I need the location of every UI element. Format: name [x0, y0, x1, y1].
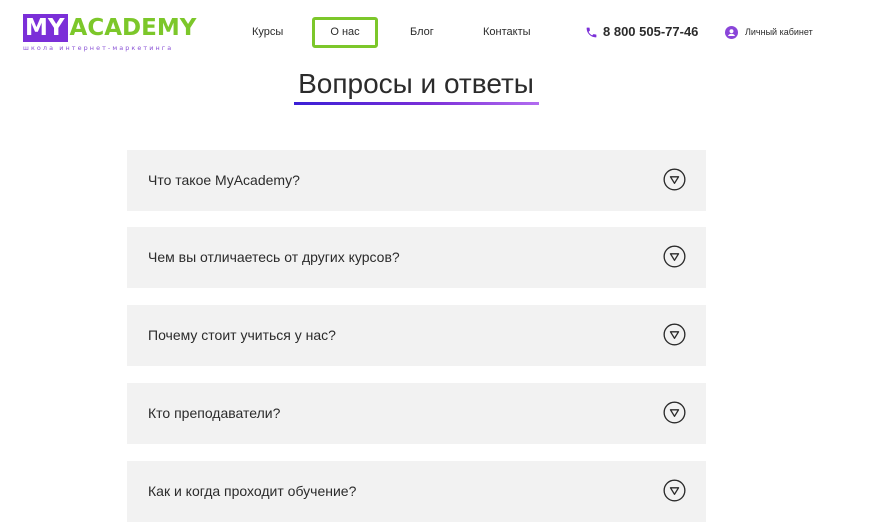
faq-item[interactable]: Как и когда проходит обучение?: [127, 461, 706, 522]
nav-courses[interactable]: Курсы: [252, 22, 283, 42]
faq-question: Кто преподаватели?: [148, 405, 281, 421]
faq-item[interactable]: Что такое MyAcademy?: [127, 150, 706, 211]
title-underline: [294, 102, 539, 105]
phone-contact[interactable]: 8 800 505-77-46: [585, 22, 698, 42]
page: MY ACADEMY школа интернет-маркетинга Кур…: [0, 0, 872, 529]
faq-item[interactable]: Почему стоит учиться у нас?: [127, 305, 706, 366]
faq-question: Что такое MyAcademy?: [148, 172, 300, 188]
account-link[interactable]: Личный кабинет: [725, 22, 813, 42]
logo-academy: ACADEMY: [69, 15, 197, 41]
chevron-down-circle-icon[interactable]: [663, 168, 686, 191]
logo-my: MY: [23, 14, 68, 42]
faq-item[interactable]: Чем вы отличаетесь от других курсов?: [127, 227, 706, 288]
phone-number: 8 800 505-77-46: [603, 24, 699, 39]
chevron-down-circle-icon[interactable]: [663, 323, 686, 346]
faq-question: Как и когда проходит обучение?: [148, 483, 357, 499]
phone-icon: [586, 27, 597, 37]
chevron-down-circle-icon[interactable]: [663, 401, 686, 424]
nav-blog[interactable]: Блог: [410, 22, 434, 42]
page-title: Вопросы и ответы: [298, 68, 534, 99]
chevron-down-circle-icon[interactable]: [663, 479, 686, 502]
account-label: Личный кабинет: [745, 27, 813, 37]
faq-item[interactable]: Кто преподаватели?: [127, 383, 706, 444]
user-icon: [725, 25, 738, 39]
chevron-down-circle-icon[interactable]: [663, 245, 686, 268]
faq-question: Почему стоит учиться у нас?: [148, 327, 336, 343]
nav-contacts[interactable]: Контакты: [483, 22, 531, 42]
faq-question: Чем вы отличаетесь от других курсов?: [148, 249, 400, 265]
logo-tagline: школа интернет-маркетинга: [23, 44, 174, 52]
logo-wordmark: MY ACADEMY: [23, 14, 197, 42]
logo[interactable]: MY ACADEMY школа интернет-маркетинга: [23, 14, 197, 54]
nav-about[interactable]: О нас: [312, 17, 378, 48]
